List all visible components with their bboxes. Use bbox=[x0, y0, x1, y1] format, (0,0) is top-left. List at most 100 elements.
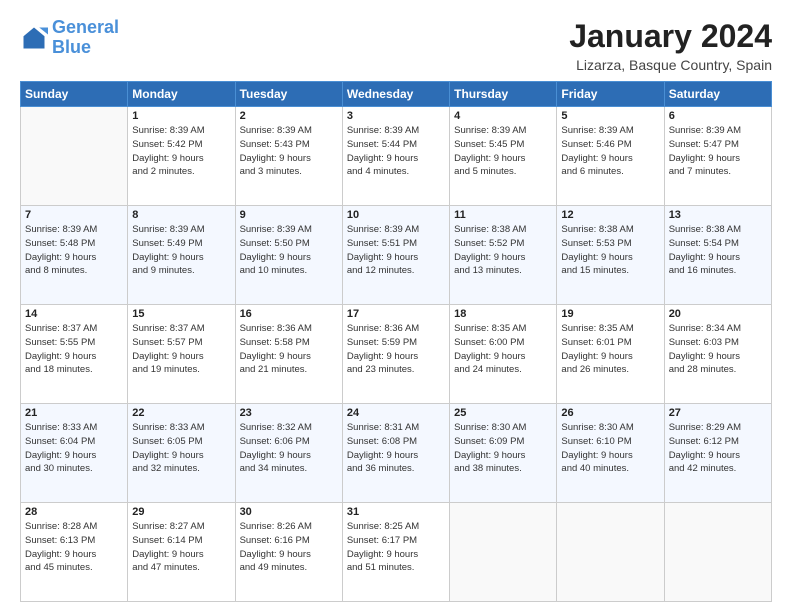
day-number: 22 bbox=[132, 407, 230, 419]
table-row: 6Sunrise: 8:39 AMSunset: 5:47 PMDaylight… bbox=[664, 107, 771, 206]
col-sunday: Sunday bbox=[21, 82, 128, 107]
day-number: 1 bbox=[132, 110, 230, 122]
day-number: 8 bbox=[132, 209, 230, 221]
day-info: Sunrise: 8:39 AMSunset: 5:42 PMDaylight:… bbox=[132, 124, 230, 179]
day-info: Sunrise: 8:31 AMSunset: 6:08 PMDaylight:… bbox=[347, 421, 445, 476]
day-info: Sunrise: 8:38 AMSunset: 5:53 PMDaylight:… bbox=[561, 223, 659, 278]
day-info: Sunrise: 8:36 AMSunset: 5:59 PMDaylight:… bbox=[347, 322, 445, 377]
day-number: 16 bbox=[240, 308, 338, 320]
table-row bbox=[21, 107, 128, 206]
day-number: 13 bbox=[669, 209, 767, 221]
header: General Blue January 2024 Lizarza, Basqu… bbox=[20, 18, 772, 73]
day-number: 6 bbox=[669, 110, 767, 122]
col-monday: Monday bbox=[128, 82, 235, 107]
table-row: 7 Sunrise: 8:39 AMSunset: 5:48 PMDaylight… bbox=[21, 206, 128, 305]
calendar-week-row: 28 Sunrise: 8:28 AMSunset: 6:13 PMDayligh… bbox=[21, 503, 772, 602]
table-row: 10 Sunrise: 8:39 AMSunset: 5:51 PMDayligh… bbox=[342, 206, 449, 305]
table-row: 25 Sunrise: 8:30 AMSunset: 6:09 PMDayligh… bbox=[450, 404, 557, 503]
logo: General Blue bbox=[20, 18, 119, 58]
logo-text: General Blue bbox=[52, 18, 119, 58]
day-number: 17 bbox=[347, 308, 445, 320]
day-info: Sunrise: 8:36 AMSunset: 5:58 PMDaylight:… bbox=[240, 322, 338, 377]
day-number: 11 bbox=[454, 209, 552, 221]
day-number: 28 bbox=[25, 506, 123, 518]
calendar-week-row: 21 Sunrise: 8:33 AMSunset: 6:04 PMDayligh… bbox=[21, 404, 772, 503]
table-row: 11 Sunrise: 8:38 AMSunset: 5:52 PMDayligh… bbox=[450, 206, 557, 305]
day-info: Sunrise: 8:32 AMSunset: 6:06 PMDaylight:… bbox=[240, 421, 338, 476]
table-row: 8 Sunrise: 8:39 AMSunset: 5:49 PMDaylight… bbox=[128, 206, 235, 305]
logo-line1: General bbox=[52, 17, 119, 37]
day-number: 24 bbox=[347, 407, 445, 419]
day-info: Sunrise: 8:25 AMSunset: 6:17 PMDaylight:… bbox=[347, 520, 445, 575]
col-saturday: Saturday bbox=[664, 82, 771, 107]
table-row: 22 Sunrise: 8:33 AMSunset: 6:05 PMDayligh… bbox=[128, 404, 235, 503]
col-wednesday: Wednesday bbox=[342, 82, 449, 107]
day-info: Sunrise: 8:35 AMSunset: 6:00 PMDaylight:… bbox=[454, 322, 552, 377]
day-number: 31 bbox=[347, 506, 445, 518]
table-row: 23Sunrise: 8:32 AMSunset: 6:06 PMDayligh… bbox=[235, 404, 342, 503]
table-row: 24 Sunrise: 8:31 AMSunset: 6:08 PMDayligh… bbox=[342, 404, 449, 503]
table-row: 1 Sunrise: 8:39 AMSunset: 5:42 PMDaylight… bbox=[128, 107, 235, 206]
day-number: 9 bbox=[240, 209, 338, 221]
table-row: 13 Sunrise: 8:38 AMSunset: 5:54 PMDayligh… bbox=[664, 206, 771, 305]
table-row bbox=[664, 503, 771, 602]
day-info: Sunrise: 8:33 AMSunset: 6:04 PMDaylight:… bbox=[25, 421, 123, 476]
day-info: Sunrise: 8:29 AMSunset: 6:12 PMDaylight:… bbox=[669, 421, 767, 476]
calendar-table: Sunday Monday Tuesday Wednesday Thursday… bbox=[20, 81, 772, 602]
calendar-week-row: 1 Sunrise: 8:39 AMSunset: 5:42 PMDaylight… bbox=[21, 107, 772, 206]
day-info: Sunrise: 8:39 AMSunset: 5:49 PMDaylight:… bbox=[132, 223, 230, 278]
day-info: Sunrise: 8:35 AMSunset: 6:01 PMDaylight:… bbox=[561, 322, 659, 377]
day-info: Sunrise: 8:39 AMSunset: 5:46 PMDaylight:… bbox=[561, 124, 659, 179]
table-row: 27 Sunrise: 8:29 AMSunset: 6:12 PMDayligh… bbox=[664, 404, 771, 503]
day-info: Sunrise: 8:27 AMSunset: 6:14 PMDaylight:… bbox=[132, 520, 230, 575]
day-number: 30 bbox=[240, 506, 338, 518]
day-number: 19 bbox=[561, 308, 659, 320]
table-row: 31 Sunrise: 8:25 AMSunset: 6:17 PMDayligh… bbox=[342, 503, 449, 602]
day-info: Sunrise: 8:39 AMSunset: 5:50 PMDaylight:… bbox=[240, 223, 338, 278]
col-thursday: Thursday bbox=[450, 82, 557, 107]
table-row bbox=[450, 503, 557, 602]
day-info: Sunrise: 8:37 AMSunset: 5:55 PMDaylight:… bbox=[25, 322, 123, 377]
day-number: 14 bbox=[25, 308, 123, 320]
day-info: Sunrise: 8:30 AMSunset: 6:09 PMDaylight:… bbox=[454, 421, 552, 476]
day-number: 25 bbox=[454, 407, 552, 419]
day-info: Sunrise: 8:37 AMSunset: 5:57 PMDaylight:… bbox=[132, 322, 230, 377]
title-block: January 2024 Lizarza, Basque Country, Sp… bbox=[569, 18, 772, 73]
day-number: 20 bbox=[669, 308, 767, 320]
day-info: Sunrise: 8:33 AMSunset: 6:05 PMDaylight:… bbox=[132, 421, 230, 476]
table-row: 20Sunrise: 8:34 AMSunset: 6:03 PMDayligh… bbox=[664, 305, 771, 404]
day-number: 4 bbox=[454, 110, 552, 122]
table-row: 28 Sunrise: 8:28 AMSunset: 6:13 PMDayligh… bbox=[21, 503, 128, 602]
day-number: 21 bbox=[25, 407, 123, 419]
table-row: 19 Sunrise: 8:35 AMSunset: 6:01 PMDayligh… bbox=[557, 305, 664, 404]
day-info: Sunrise: 8:38 AMSunset: 5:52 PMDaylight:… bbox=[454, 223, 552, 278]
day-info: Sunrise: 8:39 AMSunset: 5:45 PMDaylight:… bbox=[454, 124, 552, 179]
calendar-week-row: 7 Sunrise: 8:39 AMSunset: 5:48 PMDaylight… bbox=[21, 206, 772, 305]
day-info: Sunrise: 8:28 AMSunset: 6:13 PMDaylight:… bbox=[25, 520, 123, 575]
col-friday: Friday bbox=[557, 82, 664, 107]
day-info: Sunrise: 8:39 AMSunset: 5:51 PMDaylight:… bbox=[347, 223, 445, 278]
table-row: 21 Sunrise: 8:33 AMSunset: 6:04 PMDayligh… bbox=[21, 404, 128, 503]
col-tuesday: Tuesday bbox=[235, 82, 342, 107]
table-row: 9 Sunrise: 8:39 AMSunset: 5:50 PMDaylight… bbox=[235, 206, 342, 305]
table-row: 30Sunrise: 8:26 AMSunset: 6:16 PMDayligh… bbox=[235, 503, 342, 602]
day-number: 10 bbox=[347, 209, 445, 221]
table-row: 16 Sunrise: 8:36 AMSunset: 5:58 PMDayligh… bbox=[235, 305, 342, 404]
calendar-week-row: 14 Sunrise: 8:37 AMSunset: 5:55 PMDayligh… bbox=[21, 305, 772, 404]
table-row: 18Sunrise: 8:35 AMSunset: 6:00 PMDayligh… bbox=[450, 305, 557, 404]
day-info: Sunrise: 8:39 AMSunset: 5:43 PMDaylight:… bbox=[240, 124, 338, 179]
day-number: 7 bbox=[25, 209, 123, 221]
day-number: 29 bbox=[132, 506, 230, 518]
day-number: 12 bbox=[561, 209, 659, 221]
day-number: 3 bbox=[347, 110, 445, 122]
table-row: 17 Sunrise: 8:36 AMSunset: 5:59 PMDayligh… bbox=[342, 305, 449, 404]
page: General Blue January 2024 Lizarza, Basqu… bbox=[0, 0, 792, 612]
day-info: Sunrise: 8:38 AMSunset: 5:54 PMDaylight:… bbox=[669, 223, 767, 278]
day-number: 15 bbox=[132, 308, 230, 320]
table-row bbox=[557, 503, 664, 602]
day-number: 26 bbox=[561, 407, 659, 419]
day-info: Sunrise: 8:39 AMSunset: 5:48 PMDaylight:… bbox=[25, 223, 123, 278]
calendar-header-row: Sunday Monday Tuesday Wednesday Thursday… bbox=[21, 82, 772, 107]
table-row: 29 Sunrise: 8:27 AMSunset: 6:14 PMDayligh… bbox=[128, 503, 235, 602]
day-number: 27 bbox=[669, 407, 767, 419]
